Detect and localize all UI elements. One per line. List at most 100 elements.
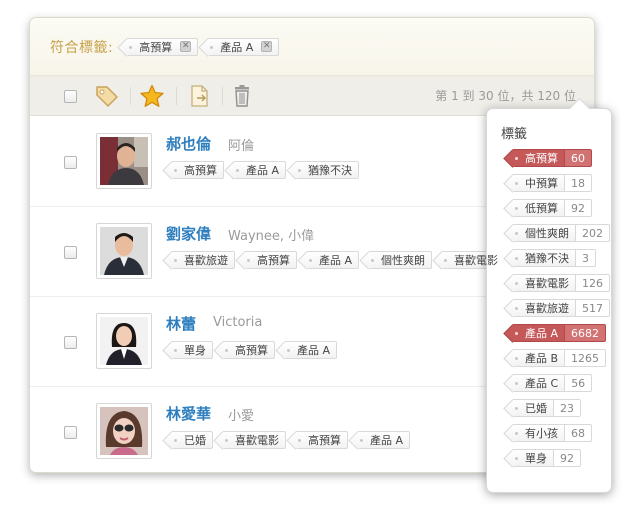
tag-hole-icon (236, 169, 239, 172)
tag-panel-item-chip[interactable]: 個性爽朗 (513, 224, 575, 242)
avatar-photo (100, 317, 148, 365)
avatar[interactable] (96, 223, 152, 279)
tag-panel-item[interactable]: 產品 B 1265 (507, 349, 610, 367)
contact-alias: Waynee, 小偉 (228, 229, 315, 244)
tag-panel-item-label: 中預算 (525, 177, 558, 190)
tag-panel-item-label: 低預算 (525, 202, 558, 215)
remove-tag-icon[interactable]: ✕ (180, 41, 192, 52)
tag-panel-item[interactable]: 個性爽朗 202 (507, 224, 610, 242)
tag-panel-item-chip[interactable]: 喜歡電影 (513, 274, 575, 292)
export-document-icon (191, 85, 208, 107)
tag-panel-item-chip[interactable]: 產品 C (513, 374, 565, 392)
tag-chip[interactable]: 高預算 (296, 431, 348, 449)
row-checkbox[interactable] (64, 336, 77, 349)
checkbox-box[interactable] (64, 336, 77, 349)
tag-hole-icon (515, 432, 518, 435)
tag-panel-item[interactable]: 有小孩 68 (507, 424, 610, 442)
tag-panel-item-chip[interactable]: 產品 A (513, 324, 565, 342)
checkbox-box[interactable] (63, 89, 77, 103)
tag-panel-item-chip[interactable]: 已婚 (513, 399, 553, 417)
contact-tags: 已婚 喜歡電影 高預算 產品 A (166, 431, 414, 449)
active-filter-tag-label: 產品 A (220, 40, 254, 54)
tag-panel-item-chip[interactable]: 喜歡旅遊 (513, 299, 575, 317)
tag-panel-item-label: 喜歡電影 (525, 277, 569, 290)
tag-chip[interactable]: 高預算 (172, 161, 224, 179)
tag-panel-item[interactable]: 單身 92 (507, 449, 610, 467)
contact-alias: Victoria (213, 315, 263, 330)
tag-panel-item[interactable]: 產品 C 56 (507, 374, 610, 392)
contact-name[interactable]: 林愛華 (166, 403, 211, 424)
tag-chip[interactable]: 產品 A (307, 251, 360, 269)
tag-chip[interactable]: 高預算 (223, 341, 275, 359)
row-checkbox[interactable] (64, 156, 77, 169)
delete-button[interactable] (228, 76, 256, 116)
tag-chip[interactable]: 高預算 (245, 251, 297, 269)
tag-panel-item[interactable]: 喜歡電影 126 (507, 274, 610, 292)
tag-panel-item[interactable]: 已婚 23 (507, 399, 610, 417)
tag-hole-icon (210, 45, 214, 49)
tag-panel-item-count: 1265 (564, 349, 607, 367)
tag-chip[interactable]: 喜歡電影 (223, 431, 286, 449)
tag-panel-item[interactable]: 中預算 18 (507, 174, 610, 192)
tag-panel-item-chip[interactable]: 高預算 (513, 149, 564, 167)
tag-panel-item-chip[interactable]: 低預算 (513, 199, 564, 217)
tag-panel-item[interactable]: 喜歡旅遊 517 (507, 299, 610, 317)
tag-panel-item-count: 68 (564, 424, 592, 442)
avatar[interactable] (96, 133, 152, 189)
tag-hole-icon (515, 457, 518, 460)
avatar[interactable] (96, 313, 152, 369)
tag-chip[interactable]: 已婚 (172, 431, 213, 449)
tag-chip-label: 猶豫不決 (308, 164, 353, 177)
tag-hole-icon (515, 157, 518, 160)
tag-panel-item-count: 6682 (564, 324, 607, 342)
export-button[interactable] (186, 76, 214, 116)
contact-name[interactable]: 郝也倫 (166, 133, 211, 154)
tag-panel-item[interactable]: 高預算 60 (507, 149, 610, 167)
tag-chip[interactable]: 產品 A (358, 431, 411, 449)
contact-tags: 高預算 產品 A 猶豫不決 (166, 161, 363, 179)
checkbox-box[interactable] (64, 246, 77, 259)
tag-panel-item-count: 92 (553, 449, 581, 467)
row-checkbox[interactable] (64, 246, 77, 259)
tag-panel-item-count: 3 (575, 249, 596, 267)
active-filter-tag[interactable]: 產品 A ✕ (208, 37, 280, 56)
tag-panel-item[interactable]: 產品 A 6682 (507, 324, 610, 342)
select-all-checkbox[interactable] (60, 76, 80, 116)
checkbox-box[interactable] (64, 426, 77, 439)
tag-panel-item-count: 56 (564, 374, 593, 392)
tag-panel-item-chip[interactable]: 猶豫不決 (513, 249, 575, 267)
contact-name[interactable]: 劉家偉 (166, 223, 211, 244)
active-filter-tag[interactable]: 高預算 ✕ (127, 37, 199, 56)
row-checkbox[interactable] (64, 426, 77, 439)
tag-hole-icon (225, 349, 228, 352)
remove-tag-icon[interactable]: ✕ (261, 41, 273, 52)
tag-chip[interactable]: 單身 (172, 341, 213, 359)
tag-chip[interactable]: 喜歡旅遊 (172, 251, 235, 269)
tag-chip-label: 喜歡電影 (235, 434, 279, 447)
contact-name[interactable]: 林蕾 (166, 313, 196, 334)
tag-chip-label: 個性爽朗 (381, 254, 426, 267)
tag-chip[interactable]: 喜歡電影 (442, 251, 506, 269)
trash-icon (235, 85, 249, 107)
tag-hole-icon (515, 207, 518, 210)
tag-panel-item-chip[interactable]: 產品 B (513, 349, 565, 367)
tag-panel-item-chip[interactable]: 中預算 (513, 174, 564, 192)
checkbox-box[interactable] (64, 156, 77, 169)
tag-chip[interactable]: 猶豫不決 (296, 161, 360, 179)
tag-panel-item-chip[interactable]: 單身 (513, 449, 553, 467)
tag-panel-item[interactable]: 低預算 92 (507, 199, 610, 217)
tag-button[interactable] (92, 76, 122, 116)
tag-panel-item-label: 猶豫不決 (525, 252, 569, 265)
tag-chip-label: 單身 (184, 344, 206, 357)
tag-hole-icon (298, 439, 301, 442)
tag-panel-item-chip[interactable]: 有小孩 (513, 424, 564, 442)
tag-chip[interactable]: 個性爽朗 (369, 251, 433, 269)
tag-panel-item[interactable]: 猶豫不決 3 (507, 249, 610, 267)
tag-chip[interactable]: 產品 A (285, 341, 338, 359)
avatar[interactable] (96, 403, 152, 459)
star-button[interactable] (136, 76, 168, 116)
tag-chip[interactable]: 產品 A (234, 161, 287, 179)
tag-chip-label: 產品 A (297, 344, 331, 357)
tag-hole-icon (225, 439, 228, 442)
tag-icon (96, 86, 118, 107)
